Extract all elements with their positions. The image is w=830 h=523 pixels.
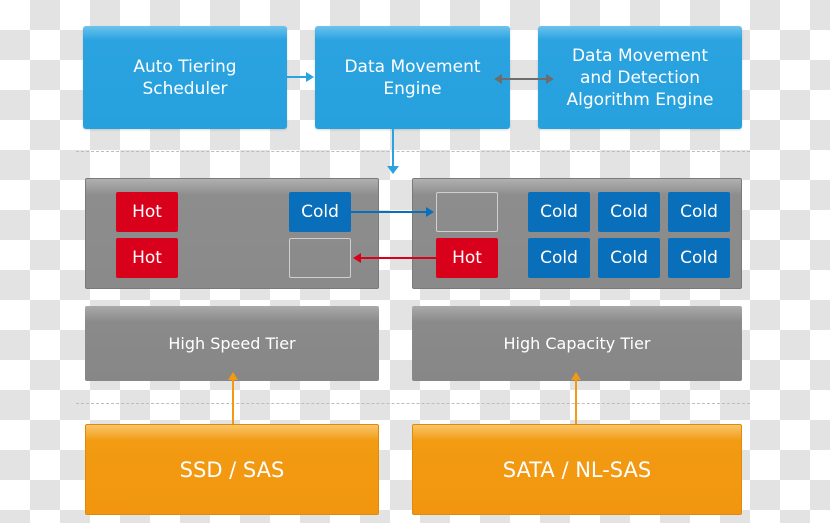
- hot-chip: Hot: [116, 238, 178, 278]
- cold-chip: Cold: [668, 238, 730, 278]
- separator-bottom: [76, 403, 750, 404]
- arrow-scheduler-to-engine: [287, 72, 314, 82]
- auto-tiering-scheduler-box: Auto Tiering Scheduler: [83, 26, 287, 129]
- cold-chip: Cold: [528, 238, 590, 278]
- high-capacity-tier-box: High Capacity Tier: [412, 306, 742, 381]
- ssd-sas-storage-box: SSD / SAS: [85, 424, 379, 515]
- sata-nlsas-storage-box: SATA / NL-SAS: [412, 424, 742, 515]
- cold-chip: Cold: [289, 192, 351, 232]
- empty-slot: [436, 192, 498, 232]
- high-speed-tier-box: High Speed Tier: [85, 306, 379, 381]
- separator-top: [76, 151, 750, 152]
- data-movement-engine-box: Data Movement Engine: [315, 26, 510, 129]
- cold-chip: Cold: [598, 192, 660, 232]
- hot-chip: Hot: [436, 238, 498, 278]
- cold-chip: Cold: [598, 238, 660, 278]
- hot-chip: Hot: [116, 192, 178, 232]
- detection-algorithm-engine-box: Data Movement and Detection Algorithm En…: [538, 26, 742, 129]
- cold-chip: Cold: [528, 192, 590, 232]
- cold-chip: Cold: [668, 192, 730, 232]
- empty-slot: [289, 238, 351, 278]
